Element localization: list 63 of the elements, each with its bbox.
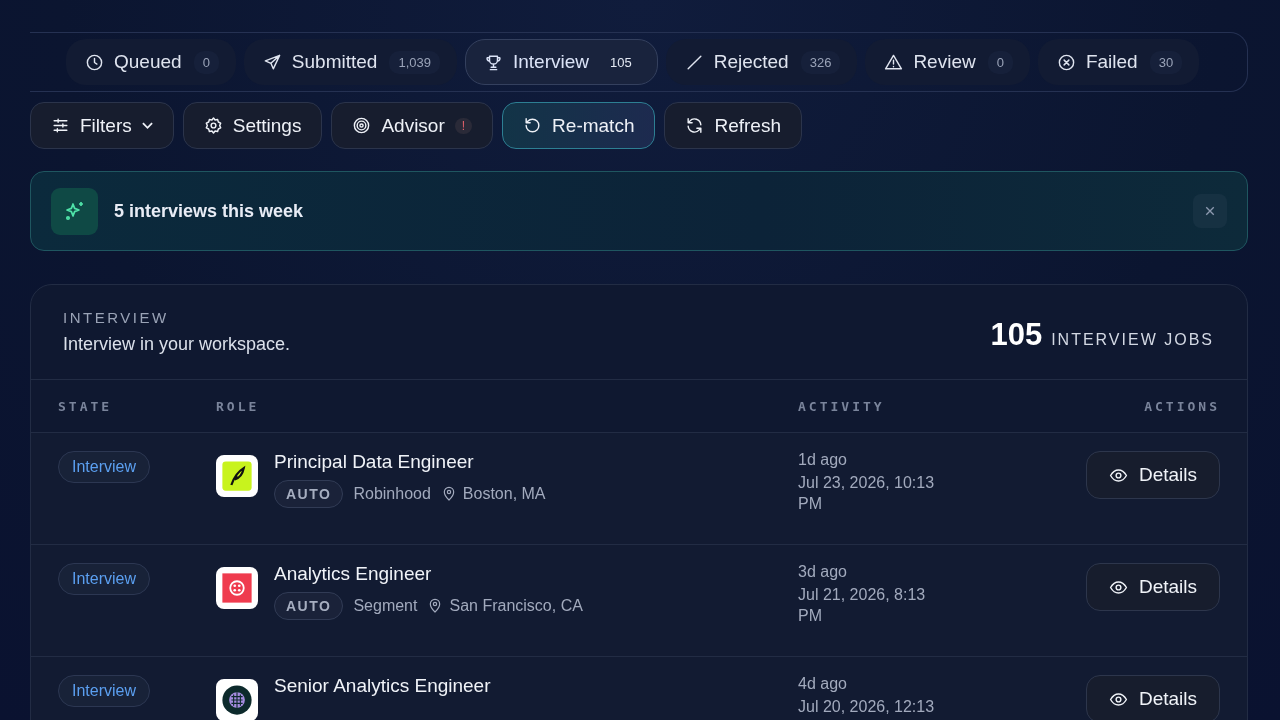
job-count-label: INTERVIEW JOBS bbox=[1051, 331, 1214, 349]
activity-age: 1d ago bbox=[798, 451, 848, 469]
details-button[interactable]: Details bbox=[1085, 675, 1220, 720]
tab-count: 0 bbox=[987, 50, 1013, 74]
toolbar-button[interactable]: Re-match bbox=[502, 102, 656, 149]
sliders-icon bbox=[51, 116, 70, 135]
tab-count: 105 bbox=[609, 53, 633, 72]
status-tab[interactable]: Review 0 bbox=[865, 39, 1030, 85]
tab-count: 1,039 bbox=[389, 50, 440, 74]
company-name: Segment bbox=[353, 597, 418, 615]
state-badge: Interview bbox=[58, 563, 151, 595]
trophy-icon bbox=[483, 52, 503, 72]
status-tab[interactable]: Interview 105 bbox=[464, 39, 658, 85]
close-circle-icon bbox=[1056, 52, 1076, 72]
tab-count: 326 bbox=[800, 50, 841, 74]
tab-count: 30 bbox=[1149, 50, 1183, 74]
company-logo-icon bbox=[216, 567, 258, 609]
status-tab[interactable]: Failed 30 bbox=[1037, 39, 1200, 85]
status-tab[interactable]: Rejected 326 bbox=[665, 39, 858, 85]
tab-count: 0 bbox=[193, 50, 219, 74]
company-name: Robinhood bbox=[353, 485, 431, 503]
activity-age: 4d ago bbox=[798, 675, 848, 693]
toolbar-button[interactable]: Advisor ! bbox=[331, 102, 494, 149]
job-title: Analytics Engineer bbox=[274, 563, 433, 585]
column-header: ROLE bbox=[216, 398, 261, 414]
job-title: Senior Analytics Engineer bbox=[274, 675, 491, 697]
target-icon bbox=[352, 116, 372, 135]
status-tab[interactable]: Queued 0 bbox=[66, 39, 236, 85]
details-button[interactable]: Details bbox=[1085, 451, 1220, 499]
auto-tag: AUTO bbox=[274, 592, 344, 620]
refresh-icon bbox=[685, 116, 705, 135]
company-logo-icon bbox=[216, 679, 258, 720]
warning-icon bbox=[884, 52, 904, 72]
column-header: ACTIVITY bbox=[798, 398, 886, 414]
auto-tag: AUTO bbox=[274, 480, 344, 508]
job-location: San Francisco, CA bbox=[449, 597, 583, 615]
toolbar-button[interactable]: Refresh bbox=[664, 102, 802, 149]
close-button[interactable] bbox=[1193, 194, 1227, 228]
send-icon bbox=[262, 52, 282, 72]
panel-subtitle: Interview in your workspace. bbox=[63, 334, 291, 355]
settings-icon bbox=[203, 116, 223, 135]
state-badge: Interview bbox=[58, 451, 151, 483]
alert-badge: ! bbox=[454, 117, 473, 134]
undo-icon bbox=[523, 116, 543, 135]
status-tab[interactable]: Submitted 1,039 bbox=[243, 39, 457, 85]
job-title: Principal Data Engineer bbox=[274, 451, 475, 473]
notice-text: 5 interviews this week bbox=[114, 200, 305, 222]
toolbar-button[interactable]: Settings bbox=[182, 102, 323, 149]
details-button[interactable]: Details bbox=[1085, 563, 1220, 611]
job-location: Boston, MA bbox=[462, 485, 546, 503]
job-count: 105 bbox=[990, 317, 1043, 353]
sparkle-icon bbox=[51, 187, 98, 235]
company-logo-icon bbox=[216, 455, 258, 497]
activity-date: Jul 20, 2026, 12:13 bbox=[798, 697, 936, 717]
panel-eyebrow: INTERVIEW bbox=[63, 309, 170, 326]
column-header: ACTIONS bbox=[1143, 398, 1220, 414]
toolbar-button[interactable]: Filters bbox=[30, 102, 174, 149]
activity-age: 3d ago bbox=[798, 563, 848, 581]
activity-date: Jul 23, 2026, 10:13 PM bbox=[798, 473, 936, 514]
state-badge: Interview bbox=[58, 675, 151, 707]
column-header: STATE bbox=[58, 398, 114, 414]
activity-date: Jul 21, 2026, 8:13 PM bbox=[798, 585, 927, 626]
clock-icon bbox=[85, 52, 104, 72]
